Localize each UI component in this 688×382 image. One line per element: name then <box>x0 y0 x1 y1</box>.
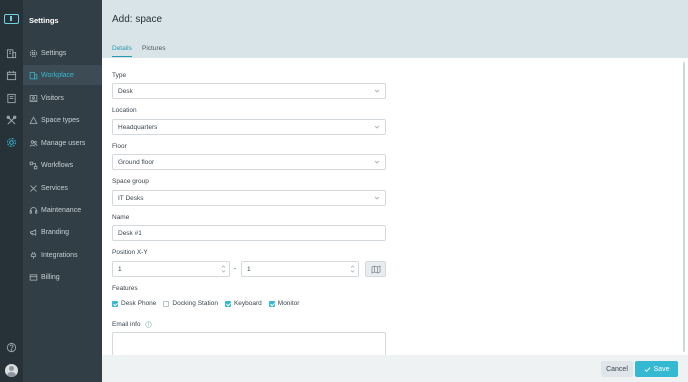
checkbox[interactable] <box>268 300 275 307</box>
tab-pictures[interactable]: Pictures <box>142 45 165 57</box>
floor-select[interactable]: Ground floor <box>112 154 386 170</box>
sidebar-item-billing[interactable]: Billing <box>23 267 102 287</box>
sidebar-item-manage-users[interactable]: Manage users <box>23 133 102 153</box>
space-group-value: IT Desks <box>118 195 144 202</box>
feature-keyboard[interactable]: Keyboard <box>224 300 262 307</box>
sidebar-item-label: Integrations <box>41 251 78 259</box>
sidebar-item-label: Billing <box>41 273 60 281</box>
shapes-icon <box>29 115 38 125</box>
gear-icon <box>29 49 38 58</box>
sidebar-item-services[interactable]: Services <box>23 178 102 198</box>
users-icon <box>29 139 38 148</box>
save-button[interactable]: Save <box>635 361 678 377</box>
features-label: Features <box>112 285 138 292</box>
email-info-label: Email info <box>112 321 141 328</box>
pick-on-map-button[interactable] <box>365 261 386 277</box>
stepper-icon[interactable] <box>221 264 226 274</box>
help-icon[interactable] <box>6 342 17 353</box>
position-y-value: 1 <box>247 266 251 273</box>
icon-rail <box>0 0 23 382</box>
floor-value: Ground floor <box>118 159 155 166</box>
feature-docking-station[interactable]: Docking Station <box>163 300 218 307</box>
map-icon <box>371 265 381 274</box>
form-footer: Cancel Save <box>102 355 688 382</box>
sidebar-item-maintenance[interactable]: Maintenance <box>23 200 102 220</box>
gear-icon[interactable] <box>6 137 17 148</box>
info-icon[interactable] <box>145 321 152 328</box>
save-label: Save <box>653 365 670 373</box>
chevron-down-icon <box>374 88 380 94</box>
location-select[interactable]: Headquarters <box>112 119 386 135</box>
feature-monitor[interactable]: Monitor <box>268 300 300 307</box>
sidebar-item-integrations[interactable]: Integrations <box>23 245 102 265</box>
page-header: Add: space Details Pictures <box>102 0 688 58</box>
building-icon[interactable] <box>6 48 17 59</box>
chevron-down-icon <box>374 159 380 165</box>
calendar-icon[interactable] <box>6 70 17 81</box>
position-x-input[interactable]: 1 <box>112 261 230 277</box>
feature-label: Desk Phone <box>121 300 157 307</box>
sidebar-item-settings[interactable]: Settings <box>23 43 102 63</box>
workflow-icon <box>29 161 38 170</box>
position-x-value: 1 <box>118 266 122 273</box>
type-label: Type <box>112 72 127 79</box>
name-value: Desk #1 <box>118 230 142 237</box>
check-icon <box>644 366 651 373</box>
position-label: Position X-Y <box>112 249 148 256</box>
name-label: Name <box>112 214 130 221</box>
card-icon <box>29 273 38 282</box>
space-group-select[interactable]: IT Desks <box>112 190 386 206</box>
space-group-label: Space group <box>112 178 149 185</box>
location-label: Location <box>112 107 137 114</box>
type-select[interactable]: Desk <box>112 83 386 99</box>
sidebar-item-label: Settings <box>41 49 67 57</box>
tools-icon <box>29 184 38 193</box>
book-icon[interactable] <box>6 93 17 104</box>
id-card-icon <box>29 94 38 103</box>
sidebar-item-label: Workflows <box>41 161 74 169</box>
feature-label: Monitor <box>277 300 300 307</box>
chevron-down-icon <box>374 124 380 130</box>
building-icon <box>29 71 38 80</box>
nav-title: Settings <box>29 16 59 25</box>
location-value: Headquarters <box>118 124 158 131</box>
sidebar-item-label: Branding <box>41 228 70 236</box>
tools-icon[interactable] <box>6 115 17 126</box>
settings-nav: Settings Settings Workplace Visitors Spa… <box>23 0 121 382</box>
sidebar-item-label: Space types <box>41 116 80 124</box>
features-checkboxes: Desk Phone Docking Station Keyboard Moni… <box>112 300 306 307</box>
sidebar-item-label: Visitors <box>41 94 64 102</box>
position-separator: - <box>234 266 237 273</box>
sidebar-item-workflows[interactable]: Workflows <box>23 155 102 175</box>
type-value: Desk <box>118 88 133 95</box>
sidebar-item-visitors[interactable]: Visitors <box>23 88 102 108</box>
megaphone-icon <box>29 228 38 237</box>
checkbox[interactable] <box>224 300 231 307</box>
feature-label: Docking Station <box>172 300 218 307</box>
sidebar-item-label: Workplace <box>41 71 74 79</box>
scrollbar[interactable] <box>683 62 685 352</box>
sidebar-item-label: Services <box>41 184 68 192</box>
cancel-button[interactable]: Cancel <box>601 361 633 377</box>
sidebar-item-workplace[interactable]: Workplace <box>23 65 102 85</box>
position-y-input[interactable]: 1 <box>241 261 359 277</box>
plug-icon <box>29 251 38 260</box>
chevron-down-icon <box>374 195 380 201</box>
name-input[interactable]: Desk #1 <box>112 225 386 241</box>
avatar[interactable] <box>5 364 18 377</box>
feature-label: Keyboard <box>233 300 262 307</box>
checkbox[interactable] <box>112 300 118 307</box>
headset-icon <box>29 206 38 215</box>
sidebar-item-branding[interactable]: Branding <box>23 222 102 242</box>
feature-desk-phone[interactable]: Desk Phone <box>112 300 156 307</box>
sidebar-item-label: Maintenance <box>41 206 82 214</box>
checkbox[interactable] <box>163 300 170 307</box>
app-logo <box>4 14 19 24</box>
stepper-icon[interactable] <box>350 264 355 274</box>
sidebar-item-space-types[interactable]: Space types <box>23 110 102 130</box>
tab-details[interactable]: Details <box>112 45 132 57</box>
sidebar-item-label: Manage users <box>41 139 86 147</box>
page-title: Add: space <box>112 14 163 25</box>
floor-label: Floor <box>112 143 127 150</box>
